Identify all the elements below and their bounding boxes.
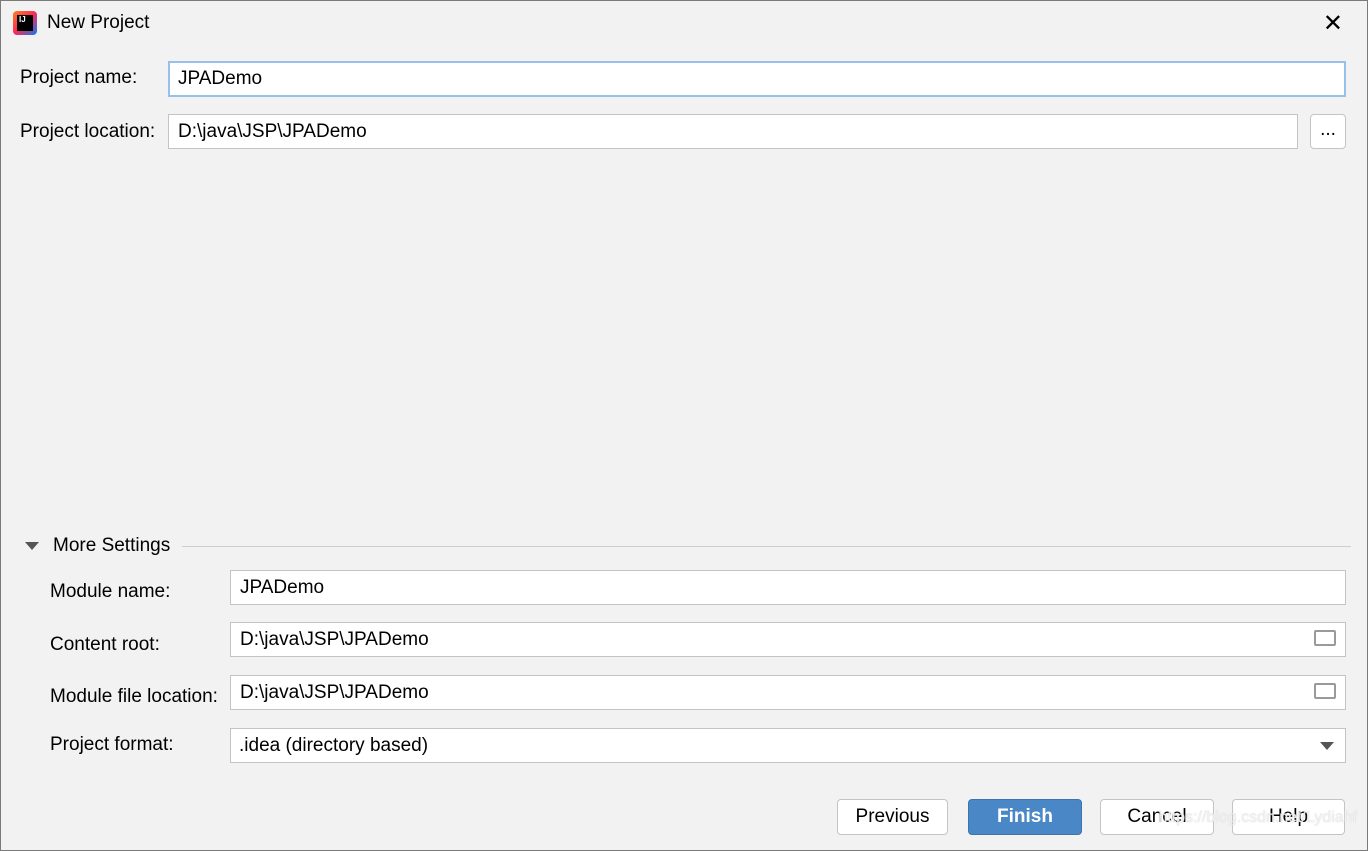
project-format-value: .idea (directory based) (230, 728, 1346, 763)
folder-icon[interactable] (1314, 630, 1336, 646)
project-format-label: Project format: (50, 734, 174, 755)
content-root-label: Content root: (50, 634, 160, 655)
browse-button[interactable]: ... (1310, 114, 1346, 149)
watermark: https://blog.csdn.net/Lydiahf (1158, 809, 1357, 826)
section-divider (182, 546, 1351, 547)
close-icon[interactable]: ✕ (1323, 9, 1343, 38)
more-settings-toggle[interactable]: More Settings (53, 535, 170, 557)
previous-button[interactable]: Previous (837, 799, 948, 835)
module-name-input[interactable]: JPADemo (230, 570, 1346, 605)
project-format-select[interactable]: .idea (directory based) (230, 728, 1346, 763)
project-location-input[interactable]: D:\java\JSP\JPADemo (168, 114, 1298, 149)
collapse-triangle-icon[interactable] (25, 542, 39, 550)
project-name-label: Project name: (20, 67, 138, 88)
window-title: New Project (47, 12, 150, 33)
chevron-down-icon (1320, 742, 1334, 750)
intellij-idea-icon: IJ (13, 11, 37, 35)
content-root-input[interactable]: D:\java\JSP\JPADemo (230, 622, 1346, 657)
project-location-label: Project location: (20, 121, 156, 142)
module-name-label: Module name: (50, 581, 171, 602)
module-file-location-input[interactable]: D:\java\JSP\JPADemo (230, 675, 1346, 710)
module-file-location-label: Module file location: (50, 686, 218, 707)
project-name-input[interactable]: JPADemo (168, 61, 1346, 97)
folder-icon[interactable] (1314, 683, 1336, 699)
finish-button[interactable]: Finish (968, 799, 1082, 835)
